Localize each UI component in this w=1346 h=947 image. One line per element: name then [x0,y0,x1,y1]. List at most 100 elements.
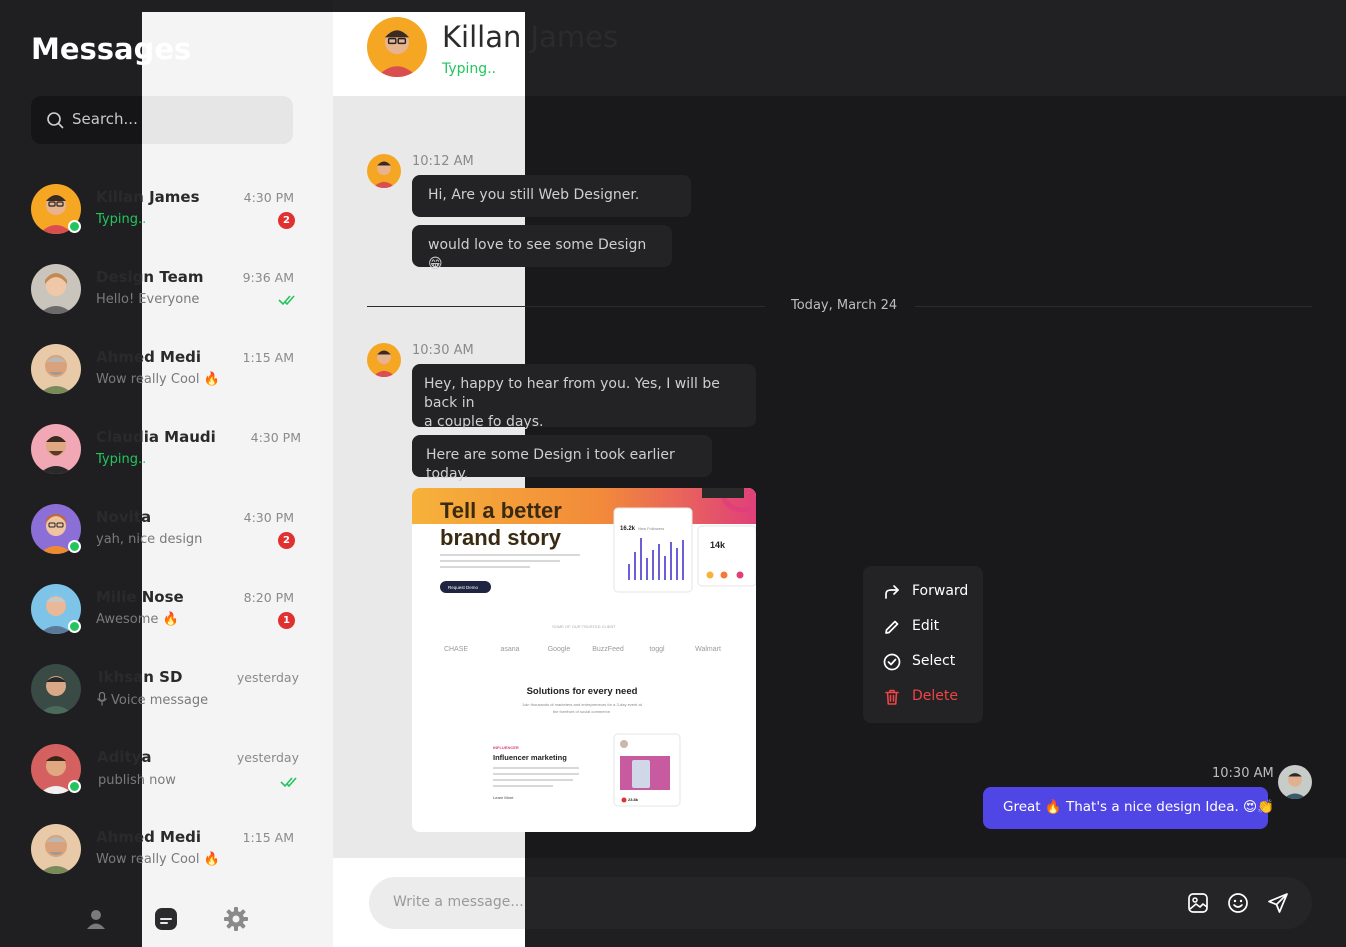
conversation-item[interactable]: Ikhsan SD Voice message yesterday [31,664,306,724]
my-message-bubble[interactable]: Great 🔥 That's a nice design Idea. 😍👏 [983,787,1274,829]
conversation-name: Novita [96,508,152,526]
conversation-time: 4:30 PM [250,430,301,445]
logo: CHASE [444,646,468,653]
conversation-name: Ahmed Medi [96,828,202,846]
message-input[interactable]: Write a message... [369,877,1312,929]
menu-item-delete[interactable]: Delete [883,686,983,708]
conversation-item[interactable]: Claudia Maudi Typing.. 4:30 PM [31,424,306,484]
message-text: Great 🔥 That's a nice design Idea. 😍👏 [1003,799,1274,815]
conversation-name: Aditya [97,748,152,766]
contact-status: Typing.. [442,61,497,77]
chat-icon[interactable] [153,906,179,932]
logo: Google [548,646,571,653]
logo: toggl [649,646,665,653]
message-time: 10:12 AM [412,154,474,169]
voice-message-label: Voice message [111,693,209,708]
date-divider-line [367,306,765,307]
conversation-item[interactable]: Ahmed Medi Wow really Cool 🔥 1:15 AM [31,824,306,884]
menu-item-forward[interactable]: Forward [883,581,983,603]
message-text: would love to see some Design 😁 [428,237,647,272]
menu-item-label: Edit [912,618,940,634]
search-placeholder: Search... [72,110,138,128]
section-subtitle: Join thousands of marketers and entrepre… [522,702,643,707]
conversation-preview: Typing.. [96,212,147,227]
avatar [31,824,81,874]
message-text: Hi, Are you still Web Designer. [428,187,640,203]
shared-image-attachment[interactable]: Tell a better brand story Request Demo 1… [412,488,756,832]
conversation-name: Claudia Maudi [96,428,216,446]
microphone-icon [97,692,107,706]
online-indicator [68,620,81,633]
message-avatar [367,343,401,377]
double-check-icon [280,777,297,788]
section-subtitle: the forefront of social commerce. [553,709,611,714]
unread-badge: 2 [278,532,295,549]
message-time: 10:30 AM [412,343,474,358]
stat-label: New Followers [638,526,664,531]
conversation-item[interactable]: Design Team Hello! Everyone 9:36 AM [31,264,306,324]
forward-icon [885,585,899,599]
conversation-preview: Wow really Cool 🔥 [96,372,220,387]
logo: asana [500,646,519,653]
menu-item-label: Delete [912,688,958,704]
unread-badge: 1 [278,612,295,629]
message-bubble[interactable]: Here are some Design i took earlier toda… [412,435,712,482]
menu-item-edit[interactable]: Edit [883,616,983,638]
send-icon[interactable] [1267,892,1289,914]
conversation-time: 8:20 PM [243,590,294,605]
date-divider: Today, March 24 [791,298,898,313]
menu-item-label: Select [912,653,956,669]
likes-count: 23.8k [628,797,639,802]
conversation-preview: yah, nice design [96,532,203,547]
conversation-item[interactable]: Milie Nose Awesome 🔥 8:20 PM 1 [31,584,306,644]
conversation-preview: Voice message [96,692,208,708]
conversation-item[interactable]: Ahmed Medi Wow really Cool 🔥 1:15 AM [31,344,306,404]
feature-title: Influencer marketing [493,753,567,762]
online-indicator [68,220,81,233]
contact-avatar[interactable] [367,17,427,77]
feature-tag: INFLUENCER [493,745,519,750]
conversation-time: yesterday [236,750,299,765]
hero-headline-2: brand story [440,525,562,550]
menu-item-select[interactable]: Select [883,651,983,673]
online-indicator [68,540,81,553]
menu-item-label: Forward [912,583,969,599]
logo: BuzzFeed [592,646,624,653]
conversation-item[interactable]: Killan James Typing.. 4:30 PM 2 [31,184,306,244]
contact-name-text: Killan James [442,20,619,54]
user-icon[interactable] [83,906,109,932]
message-bubble[interactable]: would love to see some Design 😁 [412,225,672,272]
hero-cta: Request Demo [448,585,479,590]
trusted-label: SOME OF OUR TRUSTED CLIENT [552,624,616,629]
unread-badge: 2 [278,212,295,229]
conversation-item[interactable]: Novita yah, nice design 4:30 PM 2 [31,504,306,564]
conversation-preview: Awesome 🔥 [96,612,179,627]
avatar [31,664,81,714]
trash-icon [885,689,899,705]
message-bubble[interactable]: Hey, happy to hear from you. Yes, I will… [412,364,756,430]
conversation-preview: publish now [98,773,176,788]
gear-icon[interactable] [223,906,249,932]
avatar [31,264,81,314]
conversation-time: 1:15 AM [242,830,294,845]
search-icon [47,112,64,129]
hero-headline-1: Tell a better [440,498,562,523]
conversation-preview: Hello! Everyone [96,292,200,307]
avatar [31,424,81,474]
conversation-name: Ahmed Medi [96,348,202,366]
stat-followers: 16.2k [620,526,636,532]
message-text: Here are some Design i took earlier toda… [426,447,675,482]
conversation-time: 4:30 PM [243,510,294,525]
conversation-time: 1:15 AM [242,350,294,365]
avatar [31,344,81,394]
search-input[interactable]: Search... [31,96,293,144]
conversation-item[interactable]: Aditya publish now yesterday [31,744,306,804]
message-placeholder: Write a message... [393,894,524,910]
page-title: Messages [31,32,192,66]
image-icon[interactable] [1187,892,1209,914]
card-value: 14k [710,540,726,550]
message-time: 10:30 AM [1212,766,1274,781]
pencil-icon [885,620,899,634]
emoji-icon[interactable] [1227,892,1249,914]
message-bubble[interactable]: Hi, Are you still Web Designer. [412,175,691,217]
